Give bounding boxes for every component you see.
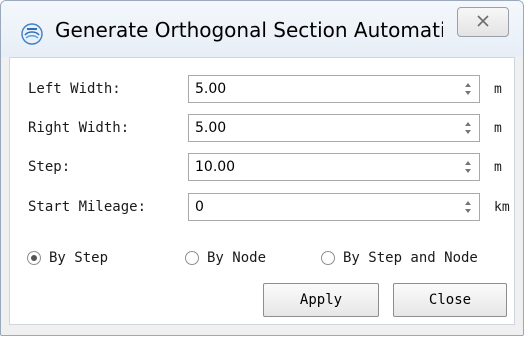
spinner-arrows-icon[interactable]	[463, 158, 473, 176]
start-mileage-spinbox[interactable]	[188, 193, 480, 221]
spinner-arrows-icon[interactable]	[463, 198, 473, 216]
radio-unchecked-icon[interactable]	[185, 251, 199, 265]
radio-by-step-and-node-label: By Step and Node	[343, 250, 478, 266]
start-mileage-label: Start Mileage:	[28, 199, 147, 215]
left-width-unit: m	[494, 82, 502, 97]
window-title: Generate Orthogonal Section Automatic...	[55, 18, 443, 42]
radio-checked-icon[interactable]	[27, 251, 41, 265]
title-bar[interactable]: Generate Orthogonal Section Automatic...	[1, 1, 523, 57]
close-button[interactable]: Close	[393, 283, 507, 317]
step-label: Step:	[28, 159, 71, 175]
step-input[interactable]	[189, 154, 455, 180]
step-spinbox[interactable]	[188, 153, 480, 181]
spinner-arrows-icon[interactable]	[463, 80, 473, 98]
right-width-unit: m	[494, 121, 502, 136]
radio-by-step-label: By Step	[49, 250, 109, 266]
window-close-button[interactable]	[457, 7, 509, 37]
left-width-label: Left Width:	[28, 81, 121, 97]
radio-by-step-and-node[interactable]: By Step and Node	[321, 249, 478, 267]
right-width-label: Right Width:	[28, 120, 130, 136]
left-width-spinbox[interactable]	[188, 75, 480, 103]
dialog-window: Generate Orthogonal Section Automatic...…	[0, 0, 524, 336]
start-mileage-input[interactable]	[189, 194, 455, 220]
app-logo-icon	[21, 23, 43, 45]
right-width-input[interactable]	[189, 115, 455, 141]
radio-unchecked-icon[interactable]	[321, 251, 335, 265]
apply-button[interactable]: Apply	[263, 283, 379, 317]
close-icon	[475, 13, 491, 32]
start-mileage-unit: km	[494, 200, 510, 215]
spinner-arrows-icon[interactable]	[463, 119, 473, 137]
step-unit: m	[494, 160, 502, 175]
radio-by-node[interactable]: By Node	[185, 249, 266, 267]
radio-by-node-label: By Node	[207, 250, 267, 266]
left-width-input[interactable]	[189, 76, 455, 102]
right-width-spinbox[interactable]	[188, 114, 480, 142]
radio-by-step[interactable]: By Step	[27, 249, 108, 267]
